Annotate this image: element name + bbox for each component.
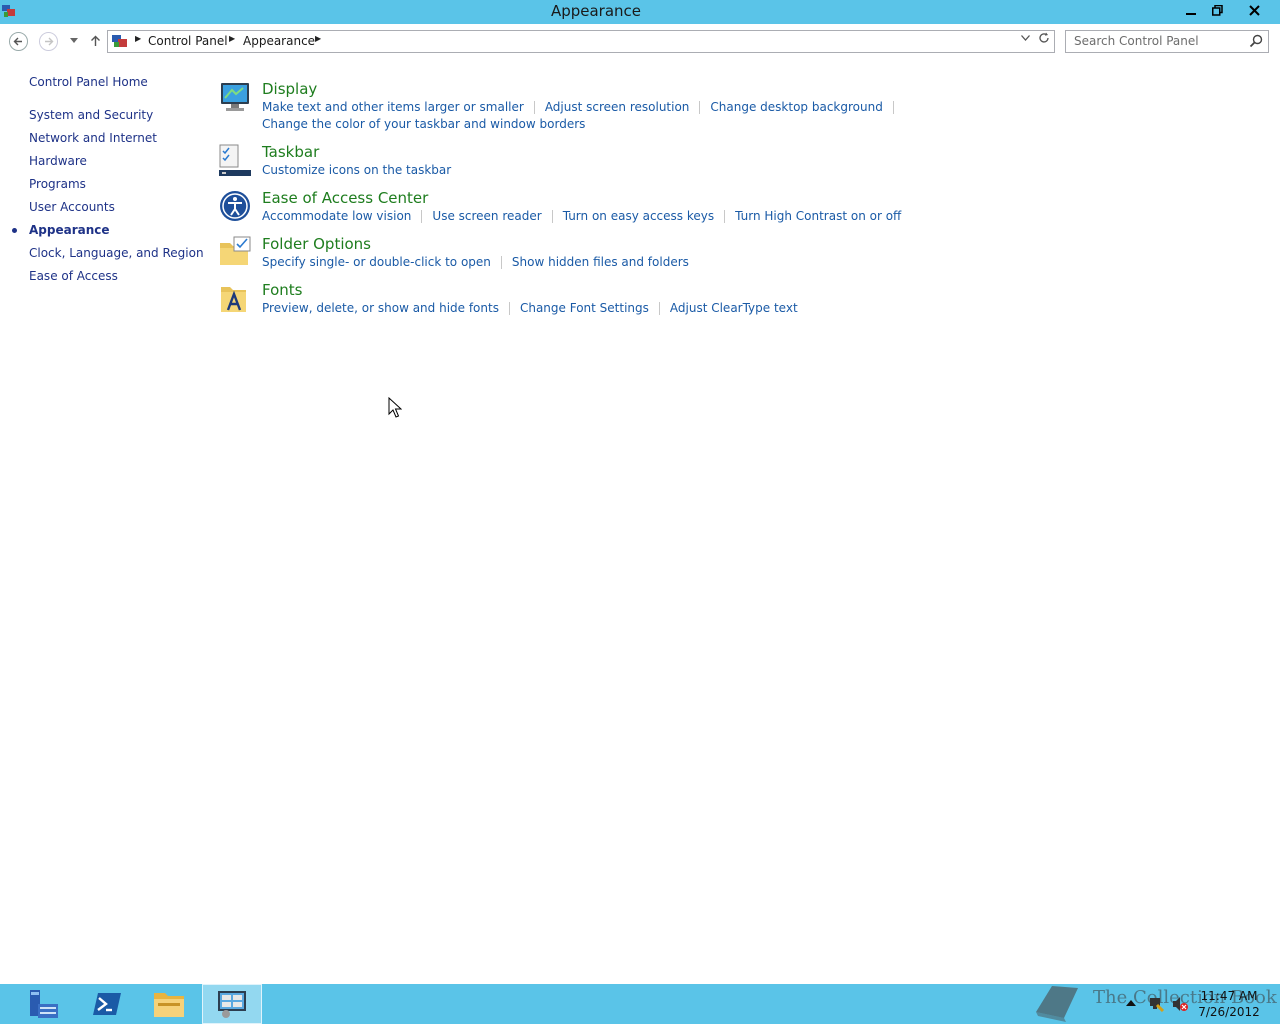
- search-placeholder: Search Control Panel: [1074, 34, 1199, 48]
- sidebar-item-ease-of-access[interactable]: Ease of Access: [29, 269, 118, 283]
- sidebar-item-programs[interactable]: Programs: [29, 177, 86, 191]
- taskbar-powershell[interactable]: [78, 984, 136, 1024]
- link-high-contrast[interactable]: Turn High Contrast on or off: [735, 209, 901, 223]
- clock-date[interactable]: 7/26/2012: [1198, 1005, 1260, 1019]
- control-panel-icon: [218, 991, 246, 1018]
- category-title[interactable]: Fonts: [262, 281, 302, 299]
- link-separator: [892, 101, 894, 114]
- search-icon[interactable]: [1249, 34, 1263, 48]
- category-links: Customize icons on the taskbar: [262, 163, 451, 177]
- link-click-to-open[interactable]: Specify single- or double-click to open: [262, 255, 491, 269]
- sidebar-item-network-and-internet[interactable]: Network and Internet: [29, 131, 157, 145]
- refresh-button[interactable]: [1038, 32, 1050, 48]
- restore-icon: [1212, 5, 1223, 16]
- taskbar-server-manager[interactable]: [14, 984, 72, 1024]
- category-links: Specify single- or double-click to open S…: [262, 255, 689, 269]
- notification-tray: [1124, 996, 1194, 1014]
- recent-locations-button[interactable]: [64, 31, 84, 51]
- category-links: Preview, delete, or show and hide fonts C…: [262, 301, 798, 315]
- forward-arrow-icon: [45, 37, 54, 46]
- forward-button[interactable]: [39, 32, 58, 51]
- ease-of-access-icon[interactable]: [218, 189, 252, 223]
- active-bullet: [12, 228, 17, 233]
- category-title[interactable]: Taskbar: [262, 143, 319, 161]
- link-text-size[interactable]: Make text and other items larger or smal…: [262, 100, 524, 114]
- link-separator: [699, 101, 701, 114]
- sidebar-item-system-and-security[interactable]: System and Security: [29, 108, 153, 122]
- link-font-settings[interactable]: Change Font Settings: [520, 301, 649, 315]
- up-button[interactable]: [85, 31, 105, 51]
- link-separator: [508, 302, 510, 315]
- link-hidden-files[interactable]: Show hidden files and folders: [512, 255, 689, 269]
- chevron-down-icon: [1021, 35, 1030, 41]
- link-low-vision[interactable]: Accommodate low vision: [262, 209, 411, 223]
- link-easy-access-keys[interactable]: Turn on easy access keys: [563, 209, 714, 223]
- link-cleartype[interactable]: Adjust ClearType text: [670, 301, 798, 315]
- file-explorer-icon: [154, 993, 184, 1017]
- link-desktop-background[interactable]: Change desktop background: [710, 100, 882, 114]
- refresh-icon: [1039, 32, 1049, 43]
- link-screen-resolution[interactable]: Adjust screen resolution: [545, 100, 690, 114]
- link-separator: [421, 210, 423, 223]
- restore-button[interactable]: [1204, 0, 1231, 21]
- taskbar: The Collection Book 11:47 AM 7/26/2012: [0, 984, 1280, 1024]
- breadcrumb-separator[interactable]: ▶: [135, 34, 141, 43]
- powershell-icon: [93, 993, 121, 1015]
- category-links: Accommodate low vision Use screen reader T…: [262, 209, 901, 223]
- network-icon[interactable]: [1148, 996, 1164, 1012]
- control-panel-icon: [112, 35, 127, 47]
- close-icon: [1248, 5, 1260, 16]
- link-preview-fonts[interactable]: Preview, delete, or show and hide fonts: [262, 301, 499, 315]
- chevron-down-icon: [70, 38, 78, 43]
- taskbar-control-panel[interactable]: [202, 984, 262, 1024]
- address-bar[interactable]: ▶ Control Panel ▶ Appearance ▶: [107, 30, 1055, 53]
- breadcrumb-separator[interactable]: ▶: [315, 34, 321, 43]
- category-links: Make text and other items larger or smal…: [262, 100, 904, 114]
- navigation-bar: ▶ Control Panel ▶ Appearance ▶ Search Co…: [0, 24, 1280, 60]
- category-title[interactable]: Display: [262, 80, 317, 98]
- minimize-button[interactable]: [1177, 0, 1204, 21]
- breadcrumb-separator[interactable]: ▶: [229, 34, 235, 43]
- sidebar-item-clock-language-region[interactable]: Clock, Language, and Region: [29, 246, 204, 260]
- back-arrow-icon: [13, 37, 22, 46]
- sidebar-item-user-accounts[interactable]: User Accounts: [29, 200, 115, 214]
- breadcrumb-control-panel[interactable]: Control Panel: [148, 34, 228, 48]
- show-hidden-icons-icon[interactable]: [1126, 999, 1136, 1007]
- category-title[interactable]: Folder Options: [262, 235, 371, 253]
- category-links: Change the color of your taskbar and win…: [262, 117, 585, 131]
- book-logo-icon: [1036, 986, 1078, 1022]
- sidebar-item-appearance[interactable]: Appearance: [29, 223, 110, 237]
- link-separator: [724, 210, 726, 223]
- title-bar: Appearance: [0, 0, 1280, 24]
- search-input[interactable]: Search Control Panel: [1065, 30, 1269, 53]
- taskbar-file-explorer[interactable]: [140, 984, 198, 1024]
- category-title[interactable]: Ease of Access Center: [262, 189, 428, 207]
- link-screen-reader[interactable]: Use screen reader: [432, 209, 541, 223]
- window-title: Appearance: [550, 2, 642, 20]
- server-manager-icon: [30, 990, 58, 1018]
- link-customize-icons[interactable]: Customize icons on the taskbar: [262, 163, 451, 177]
- up-arrow-icon: [90, 35, 100, 46]
- sidebar-item-hardware[interactable]: Hardware: [29, 154, 87, 168]
- minimize-icon: [1185, 12, 1196, 15]
- breadcrumb-appearance[interactable]: Appearance: [243, 34, 315, 48]
- clock-time[interactable]: 11:47 AM: [1198, 989, 1260, 1003]
- display-icon[interactable]: [218, 80, 252, 114]
- back-button[interactable]: [9, 32, 28, 51]
- taskbar-icon[interactable]: [218, 143, 252, 177]
- link-taskbar-color[interactable]: Change the color of your taskbar and win…: [262, 117, 585, 131]
- mouse-cursor-icon: [388, 397, 402, 418]
- address-history-dropdown[interactable]: [1021, 33, 1030, 44]
- link-separator: [500, 256, 502, 269]
- link-separator: [658, 302, 660, 315]
- link-separator: [551, 210, 553, 223]
- volume-muted-icon[interactable]: [1172, 996, 1188, 1012]
- link-separator: [533, 101, 535, 114]
- folder-options-icon[interactable]: [218, 235, 252, 269]
- control-panel-window: Appearance ▶ Control Panel ▶ Appearance …: [0, 0, 1280, 984]
- fonts-icon[interactable]: [218, 281, 252, 315]
- close-button[interactable]: [1231, 0, 1277, 21]
- sidebar-item-control-panel-home[interactable]: Control Panel Home: [29, 75, 148, 89]
